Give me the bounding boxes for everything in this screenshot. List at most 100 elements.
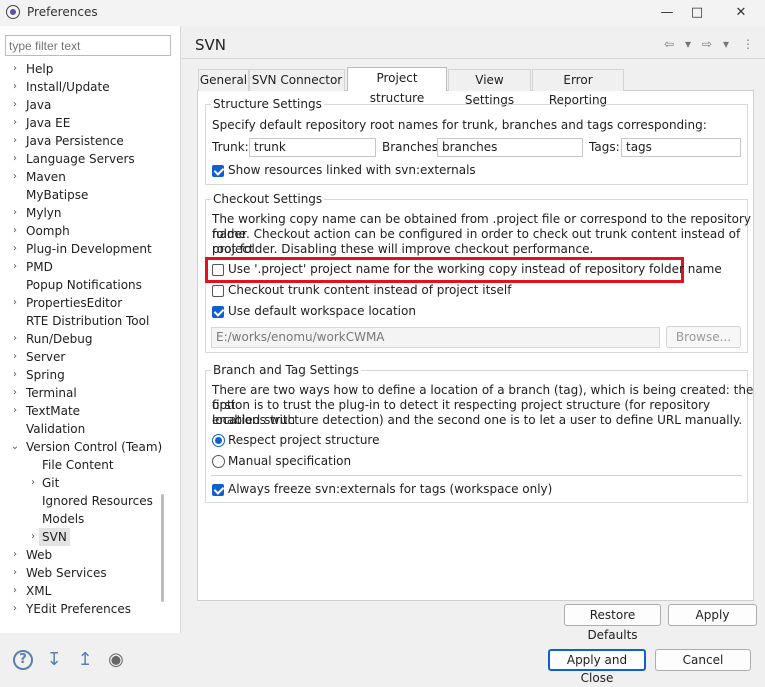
tree-item[interactable]: › Mylyn <box>0 204 172 222</box>
maximize-button[interactable]: □ <box>680 2 714 24</box>
chevron-right-icon[interactable]: › <box>10 96 20 114</box>
tree-item[interactable]: › Spring <box>0 366 172 384</box>
tree-item[interactable]: › XML <box>0 582 172 600</box>
tree-item[interactable]: › Web Services <box>0 564 172 582</box>
chevron-right-icon[interactable]: › <box>10 240 20 258</box>
tree-item[interactable]: › Maven <box>0 168 172 186</box>
tree-item[interactable]: › SVN <box>0 528 172 546</box>
chevron-right-icon[interactable]: › <box>10 150 20 168</box>
tree-item[interactable]: Popup Notifications <box>0 276 172 294</box>
tree-item[interactable]: › Web <box>0 546 172 564</box>
chevron-right-icon[interactable]: › <box>10 132 20 150</box>
structure-description: Specify default repository root names fo… <box>212 118 707 132</box>
tree-item[interactable]: › YEdit Preferences <box>0 600 172 618</box>
tree-item[interactable]: › Terminal <box>0 384 172 402</box>
tree-item[interactable]: › Java Persistence <box>0 132 172 150</box>
default-location-checkbox[interactable] <box>212 306 224 318</box>
tab-view-settings[interactable]: View Settings <box>448 69 531 107</box>
tree-item[interactable]: File Content <box>0 456 172 474</box>
tree-item[interactable]: › Plug-in Development <box>0 240 172 258</box>
checkout-trunk-checkbox[interactable] <box>212 285 224 297</box>
chevron-right-icon[interactable]: › <box>10 402 20 420</box>
chevron-right-icon[interactable]: › <box>10 222 20 240</box>
tree-item-label: MyBatipse <box>26 188 89 202</box>
chevron-down-icon[interactable]: ⌄ <box>10 438 20 456</box>
tree-item[interactable]: RTE Distribution Tool <box>0 312 172 330</box>
chevron-right-icon[interactable]: › <box>10 348 20 366</box>
tags-input[interactable]: tags <box>621 138 741 157</box>
tab-general[interactable]: General <box>198 69 249 91</box>
chevron-right-icon[interactable]: › <box>10 168 20 186</box>
apply-and-close-button[interactable]: Apply and Close <box>548 649 646 685</box>
tab-svn-connector[interactable]: SVN Connector <box>249 69 345 91</box>
help-icon[interactable]: ? <box>13 650 33 670</box>
tree-item[interactable]: › Install/Update <box>0 78 172 96</box>
tree-item[interactable]: MyBatipse <box>0 186 172 204</box>
tree-item-label: TextMate <box>26 404 81 418</box>
forward-dropdown-icon[interactable]: ▾ <box>723 37 729 51</box>
browse-button[interactable]: Browse... <box>666 326 741 348</box>
respect-structure-label: Respect project structure <box>228 433 380 447</box>
back-icon[interactable]: ⇦ <box>664 37 674 51</box>
tree-item[interactable]: › Language Servers <box>0 150 172 168</box>
branches-input[interactable]: branches <box>437 138 583 157</box>
tree-item[interactable]: Ignored Resources <box>0 492 172 510</box>
tree-item-label: Oomph <box>26 224 70 238</box>
tree-item[interactable]: Models <box>0 510 172 528</box>
tree-item[interactable]: › Java <box>0 96 172 114</box>
tree-scrollbar[interactable] <box>161 494 164 602</box>
chevron-right-icon[interactable]: › <box>10 204 20 222</box>
chevron-right-icon[interactable]: › <box>10 60 20 78</box>
chevron-right-icon[interactable]: › <box>10 330 20 348</box>
tree-item-label: Version Control (Team) <box>26 440 163 454</box>
chevron-right-icon[interactable]: › <box>10 546 20 564</box>
apply-button[interactable]: Apply <box>668 604 757 626</box>
tree-item[interactable]: ⌄ Version Control (Team) <box>0 438 172 456</box>
tree-item[interactable]: › Java EE <box>0 114 172 132</box>
tree-item-label: Web <box>26 548 53 562</box>
tree-item-label: XML <box>26 584 52 598</box>
tree-item[interactable]: › Oomph <box>0 222 172 240</box>
use-project-name-checkbox[interactable] <box>212 264 224 276</box>
chevron-right-icon[interactable]: › <box>10 258 20 276</box>
tree-item[interactable]: › Help <box>0 60 172 78</box>
chevron-right-icon[interactable]: › <box>28 474 38 492</box>
tree-item[interactable]: › PropertiesEditor <box>0 294 172 312</box>
tree-item[interactable]: › Server <box>0 348 172 366</box>
filter-input[interactable] <box>5 35 171 56</box>
chevron-right-icon[interactable]: › <box>10 600 20 618</box>
chevron-right-icon[interactable]: › <box>10 294 20 312</box>
chevron-right-icon[interactable]: › <box>28 528 38 546</box>
restore-defaults-button[interactable]: Restore Defaults <box>564 604 661 642</box>
chevron-right-icon[interactable]: › <box>10 582 20 600</box>
tree-item[interactable]: › Git <box>0 474 172 492</box>
chevron-right-icon[interactable]: › <box>10 114 20 132</box>
close-button[interactable]: ✕ <box>724 2 758 24</box>
cancel-button[interactable]: Cancel <box>655 649 751 671</box>
chevron-right-icon[interactable]: › <box>10 78 20 96</box>
checkout-settings-title: Checkout Settings <box>211 192 325 206</box>
tree-item[interactable]: › PMD <box>0 258 172 276</box>
workspace-location-input[interactable]: E:/works/enomu/workCWMA <box>211 327 660 348</box>
respect-structure-radio[interactable] <box>212 434 225 447</box>
chevron-right-icon[interactable]: › <box>10 366 20 384</box>
show-externals-checkbox[interactable] <box>212 165 224 177</box>
back-dropdown-icon[interactable]: ▾ <box>685 37 691 51</box>
freeze-externals-checkbox[interactable] <box>212 484 224 496</box>
chevron-right-icon[interactable]: › <box>10 384 20 402</box>
tree-item[interactable]: › Run/Debug <box>0 330 172 348</box>
tree-item[interactable]: › TextMate <box>0 402 172 420</box>
tab-project-structure[interactable]: Project structure <box>347 67 447 105</box>
chevron-right-icon[interactable]: › <box>10 564 20 582</box>
view-menu-icon[interactable]: ⋮ <box>742 37 754 51</box>
tab-error-reporting[interactable]: Error Reporting <box>532 69 624 107</box>
record-icon[interactable]: ◉ <box>105 650 127 670</box>
trunk-input[interactable]: trunk <box>249 138 376 157</box>
tree-item-label: Help <box>26 62 54 76</box>
minimize-button[interactable]: — <box>650 2 684 24</box>
tree-item[interactable]: Validation <box>0 420 172 438</box>
forward-icon[interactable]: ⇨ <box>702 37 712 51</box>
import-icon[interactable]: ↧ <box>43 650 65 670</box>
export-icon[interactable]: ↥ <box>74 650 96 670</box>
manual-specification-radio[interactable] <box>212 455 225 468</box>
